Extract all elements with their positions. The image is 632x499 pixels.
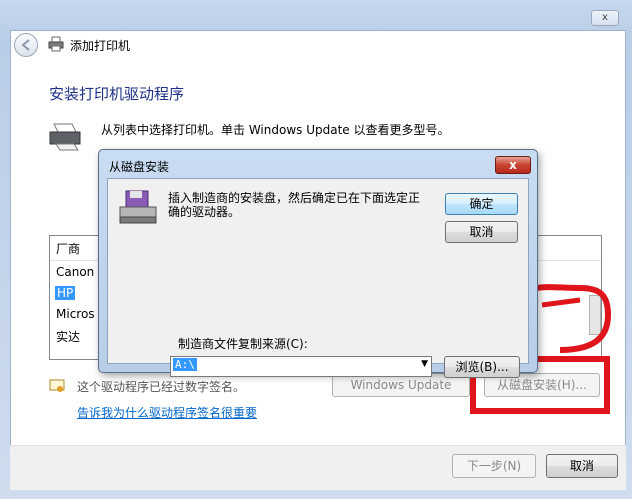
signed-text: 这个驱动程序已经过数字签名。 bbox=[77, 380, 246, 394]
printer-large-icon bbox=[49, 123, 81, 151]
close-button[interactable]: x bbox=[591, 10, 619, 26]
list-header: 厂商 bbox=[56, 242, 81, 256]
back-arrow-icon bbox=[21, 39, 30, 51]
window-title: 添加打印机 bbox=[70, 39, 131, 53]
dialog-title: 从磁盘安装 bbox=[109, 160, 170, 174]
browse-button[interactable]: 浏览(B)... bbox=[444, 356, 520, 378]
page-heading: 安装打印机驱动程序 bbox=[49, 85, 185, 103]
dialog-body: 插入制造商的安装盘，然后确定已在下面选定正确的驱动器。 确定 取消 制造商文件复… bbox=[107, 178, 529, 378]
printer-icon bbox=[48, 36, 64, 52]
dialog-message: 插入制造商的安装盘，然后确定已在下面选定正确的驱动器。 bbox=[168, 191, 421, 219]
chevron-down-icon[interactable]: ▼ bbox=[421, 359, 428, 369]
list-item[interactable]: 实达 bbox=[56, 328, 80, 345]
source-path-value[interactable]: A:\ bbox=[173, 358, 197, 371]
dialog-close-button[interactable]: x bbox=[495, 156, 531, 174]
list-item[interactable]: Canon bbox=[56, 265, 94, 279]
back-button[interactable] bbox=[14, 33, 38, 57]
dialog-cancel-button[interactable]: 取消 bbox=[445, 221, 518, 243]
page-description: 从列表中选择打印机。单击 Windows Update 以查看更多型号。 bbox=[101, 123, 450, 137]
cancel-button[interactable]: 取消 bbox=[546, 454, 618, 478]
install-from-disk-dialog: 从磁盘安装 x 插入制造商的安装盘，然后确定已在下面选定正确的驱动器。 确定 取… bbox=[98, 149, 538, 378]
disk-drive-icon bbox=[119, 190, 157, 224]
next-button[interactable]: 下一步(N) bbox=[452, 454, 536, 478]
ok-button[interactable]: 确定 bbox=[445, 193, 518, 215]
signing-link[interactable]: 告诉我为什么驱动程序签名很重要 bbox=[77, 404, 257, 421]
certificate-icon bbox=[49, 379, 65, 392]
list-item-selected[interactable]: HP bbox=[55, 286, 76, 300]
source-label: 制造商文件复制来源(C): bbox=[178, 337, 308, 351]
list-item[interactable]: Micros bbox=[56, 307, 95, 321]
source-path-combobox[interactable]: A:\ ▼ bbox=[170, 356, 432, 377]
